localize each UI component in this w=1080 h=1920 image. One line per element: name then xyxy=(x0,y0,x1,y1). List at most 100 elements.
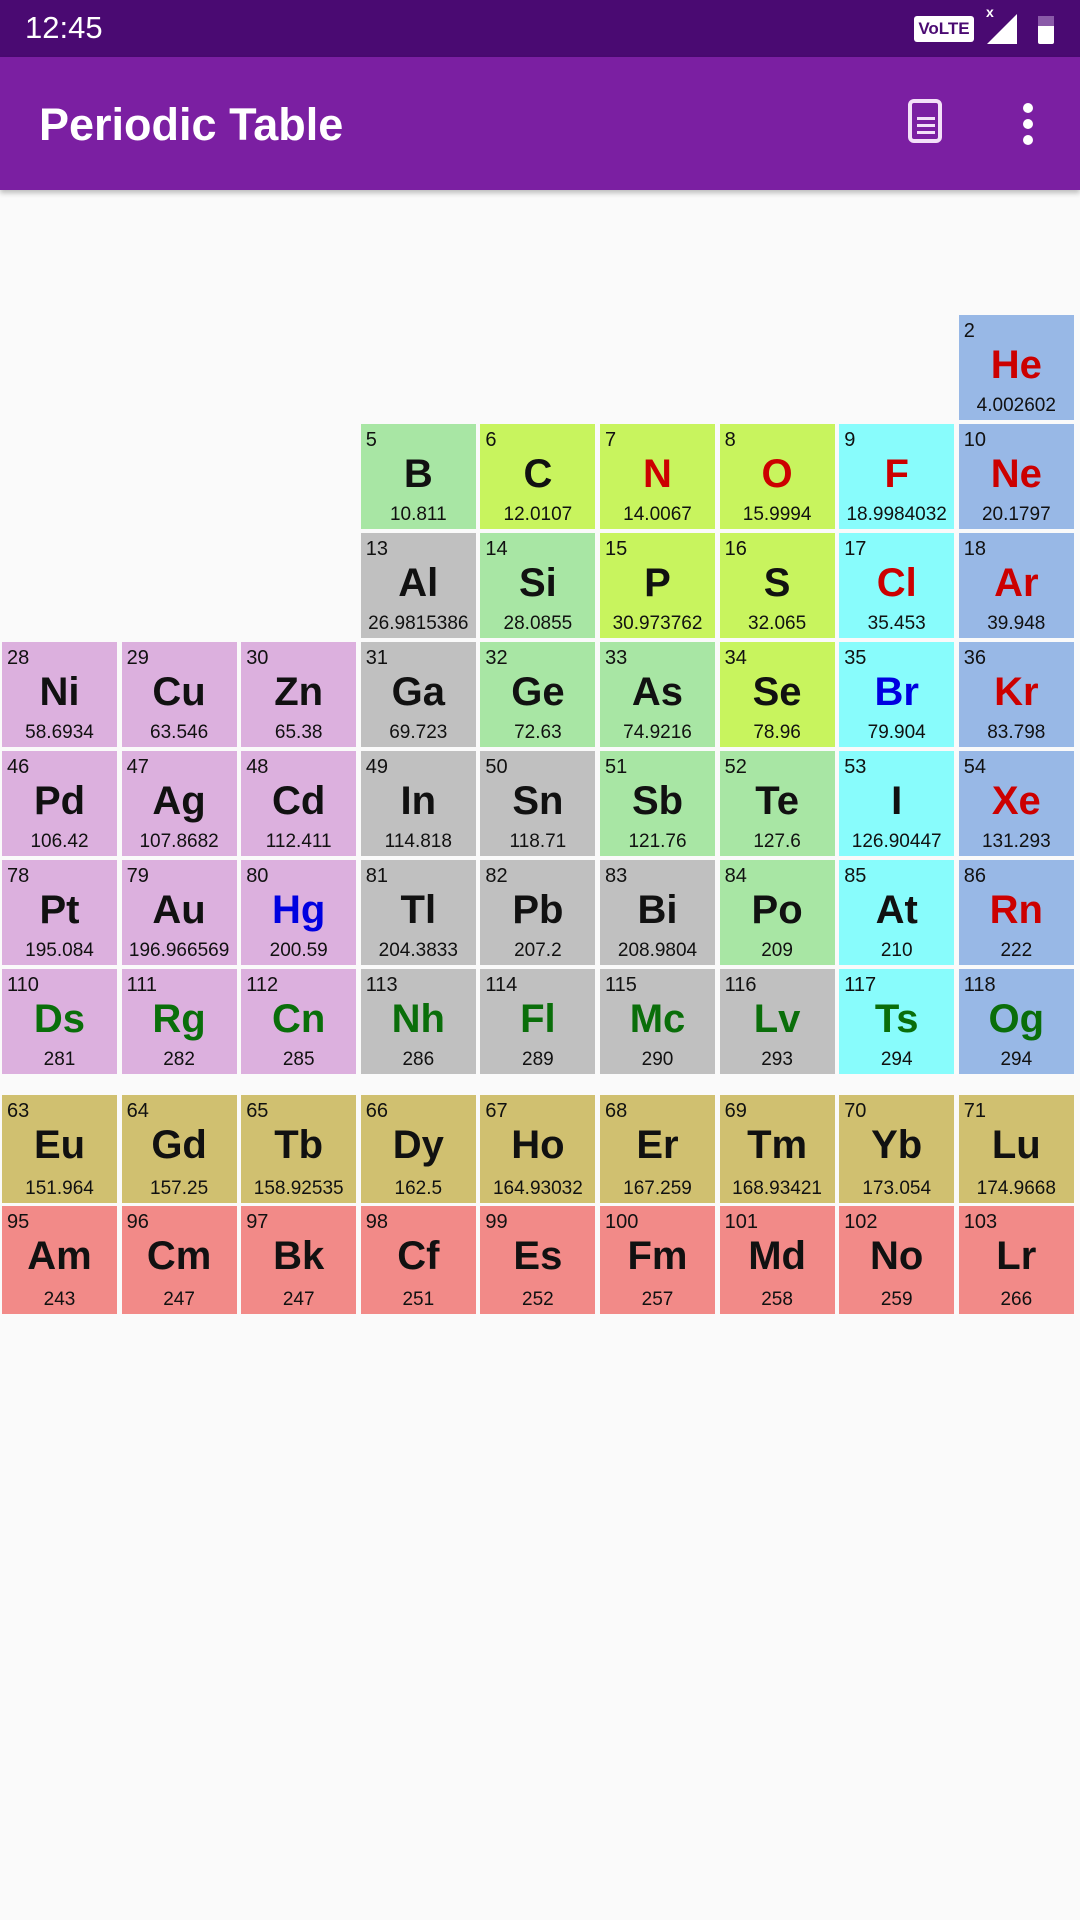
atomic-number: 84 xyxy=(724,865,747,887)
element-cell-in[interactable]: 49 In 114.818 xyxy=(360,751,476,856)
atomic-number: 68 xyxy=(605,1100,628,1122)
atomic-mass: 281 xyxy=(43,1049,76,1070)
element-cell-tl[interactable]: 81 Tl 204.3833 xyxy=(360,860,476,965)
element-cell-al[interactable]: 13 Al 26.9815386 xyxy=(360,533,476,638)
element-cell-te[interactable]: 52 Te 127.6 xyxy=(719,751,835,856)
element-symbol: Bi xyxy=(637,888,678,932)
more-vert-icon[interactable] xyxy=(1013,103,1043,145)
element-cell-c[interactable]: 6 C 12.0107 xyxy=(480,424,596,529)
element-cell-hg[interactable]: 80 Hg 200.59 xyxy=(241,860,357,965)
element-cell-dy[interactable]: 66 Dy 162.5 xyxy=(360,1095,476,1203)
element-cell-lu[interactable]: 71 Lu 174.9668 xyxy=(958,1095,1074,1203)
element-cell-eu[interactable]: 63 Eu 151.964 xyxy=(2,1095,117,1203)
element-cell-as[interactable]: 33 As 74.9216 xyxy=(600,642,715,747)
element-cell-cm[interactable]: 96 Cm 247 xyxy=(121,1206,237,1314)
element-cell-ga[interactable]: 31 Ga 69.723 xyxy=(360,642,476,747)
element-cell-md[interactable]: 101 Md 258 xyxy=(719,1206,835,1314)
element-cell-ar[interactable]: 18 Ar 39.948 xyxy=(958,533,1074,638)
element-cell-rg[interactable]: 111 Rg 282 xyxy=(121,969,237,1074)
element-cell-pt[interactable]: 78 Pt 195.084 xyxy=(2,860,117,965)
element-cell-o[interactable]: 8 O 15.9994 xyxy=(719,424,835,529)
element-cell-gd[interactable]: 64 Gd 157.25 xyxy=(121,1095,237,1203)
element-cell-lv[interactable]: 116 Lv 293 xyxy=(719,969,835,1074)
element-symbol: Xe xyxy=(991,779,1041,823)
element-cell-fm[interactable]: 100 Fm 257 xyxy=(600,1206,715,1314)
element-cell-i[interactable]: 53 I 126.90447 xyxy=(839,751,955,856)
atomic-mass: 83.798 xyxy=(987,722,1046,743)
atomic-number: 52 xyxy=(724,756,747,778)
element-symbol: Kr xyxy=(994,670,1039,714)
document-icon[interactable] xyxy=(908,99,942,143)
element-cell-fl[interactable]: 114 Fl 289 xyxy=(480,969,596,1074)
element-cell-am[interactable]: 95 Am 243 xyxy=(2,1206,117,1314)
element-cell-ts[interactable]: 117 Ts 294 xyxy=(839,969,955,1074)
atomic-number: 67 xyxy=(485,1100,508,1122)
element-cell-cu[interactable]: 29 Cu 63.546 xyxy=(121,642,237,747)
element-cell-bk[interactable]: 97 Bk 247 xyxy=(241,1206,357,1314)
atomic-mass: 69.723 xyxy=(389,722,448,743)
atomic-number: 110 xyxy=(7,974,39,996)
element-cell-nh[interactable]: 113 Nh 286 xyxy=(360,969,476,1074)
element-cell-ds[interactable]: 110 Ds 281 xyxy=(2,969,117,1074)
element-cell-ni[interactable]: 28 Ni 58.6934 xyxy=(2,642,117,747)
element-cell-au[interactable]: 79 Au 196.966569 xyxy=(121,860,237,965)
element-symbol: Lv xyxy=(753,997,801,1041)
element-cell-tb[interactable]: 65 Tb 158.92535 xyxy=(241,1095,357,1203)
element-cell-xe[interactable]: 54 Xe 131.293 xyxy=(958,751,1074,856)
element-cell-po[interactable]: 84 Po 209 xyxy=(719,860,835,965)
element-cell-ge[interactable]: 32 Ge 72.63 xyxy=(480,642,596,747)
element-cell-p[interactable]: 15 P 30.973762 xyxy=(600,533,715,638)
element-cell-bi[interactable]: 83 Bi 208.9804 xyxy=(600,860,715,965)
atomic-number: 69 xyxy=(724,1100,747,1122)
element-symbol: He xyxy=(990,343,1042,387)
atomic-number: 34 xyxy=(724,647,747,669)
element-cell-se[interactable]: 34 Se 78.96 xyxy=(719,642,835,747)
element-cell-kr[interactable]: 36 Kr 83.798 xyxy=(958,642,1074,747)
element-cell-cl[interactable]: 17 Cl 35.453 xyxy=(839,533,955,638)
element-cell-pb[interactable]: 82 Pb 207.2 xyxy=(480,860,596,965)
element-cell-tm[interactable]: 69 Tm 168.93421 xyxy=(719,1095,835,1203)
atomic-mass: 63.546 xyxy=(150,722,209,743)
element-cell-n[interactable]: 7 N 14.0067 xyxy=(600,424,715,529)
atomic-number: 29 xyxy=(126,647,149,669)
element-cell-s[interactable]: 16 S 32.065 xyxy=(719,533,835,638)
atomic-number: 53 xyxy=(844,756,867,778)
element-cell-cn[interactable]: 112 Cn 285 xyxy=(241,969,357,1074)
atomic-number: 6 xyxy=(485,429,497,451)
element-symbol: Sn xyxy=(512,779,564,823)
element-cell-sb[interactable]: 51 Sb 121.76 xyxy=(600,751,715,856)
element-cell-yb[interactable]: 70 Yb 173.054 xyxy=(839,1095,955,1203)
element-cell-og[interactable]: 118 Og 294 xyxy=(958,969,1074,1074)
element-cell-ag[interactable]: 47 Ag 107.8682 xyxy=(121,751,237,856)
element-cell-ho[interactable]: 67 Ho 164.93032 xyxy=(480,1095,596,1203)
element-cell-pd[interactable]: 46 Pd 106.42 xyxy=(2,751,117,856)
atomic-number: 9 xyxy=(844,429,856,451)
atomic-mass: 79.904 xyxy=(867,722,926,743)
element-cell-he[interactable]: 2 He 4.002602 xyxy=(958,315,1074,420)
atomic-number: 116 xyxy=(724,974,757,996)
element-cell-no[interactable]: 102 No 259 xyxy=(839,1206,955,1314)
element-cell-at[interactable]: 85 At 210 xyxy=(839,860,955,965)
element-cell-si[interactable]: 14 Si 28.0855 xyxy=(480,533,596,638)
element-symbol: Lr xyxy=(996,1234,1037,1278)
element-symbol: Cl xyxy=(876,561,917,605)
element-cell-mc[interactable]: 115 Mc 290 xyxy=(600,969,715,1074)
element-cell-zn[interactable]: 30 Zn 65.38 xyxy=(241,642,357,747)
atomic-number: 118 xyxy=(963,974,996,996)
element-cell-ne[interactable]: 10 Ne 20.1797 xyxy=(958,424,1074,529)
element-cell-f[interactable]: 9 F 18.9984032 xyxy=(839,424,955,529)
element-cell-br[interactable]: 35 Br 79.904 xyxy=(839,642,955,747)
element-cell-b[interactable]: 5 B 10.811 xyxy=(360,424,476,529)
element-cell-es[interactable]: 99 Es 252 xyxy=(480,1206,596,1314)
element-cell-er[interactable]: 68 Er 167.259 xyxy=(600,1095,715,1203)
element-cell-lr[interactable]: 103 Lr 266 xyxy=(958,1206,1074,1314)
element-cell-rn[interactable]: 86 Rn 222 xyxy=(958,860,1074,965)
element-symbol: Ds xyxy=(33,997,86,1041)
element-symbol: Gd xyxy=(151,1123,207,1167)
element-cell-sn[interactable]: 50 Sn 118.71 xyxy=(480,751,596,856)
element-symbol: Yb xyxy=(871,1123,923,1167)
element-cell-cf[interactable]: 98 Cf 251 xyxy=(360,1206,476,1314)
element-symbol: Tm xyxy=(747,1123,808,1167)
element-cell-cd[interactable]: 48 Cd 112.411 xyxy=(241,751,357,856)
element-symbol: Pb xyxy=(512,888,564,932)
